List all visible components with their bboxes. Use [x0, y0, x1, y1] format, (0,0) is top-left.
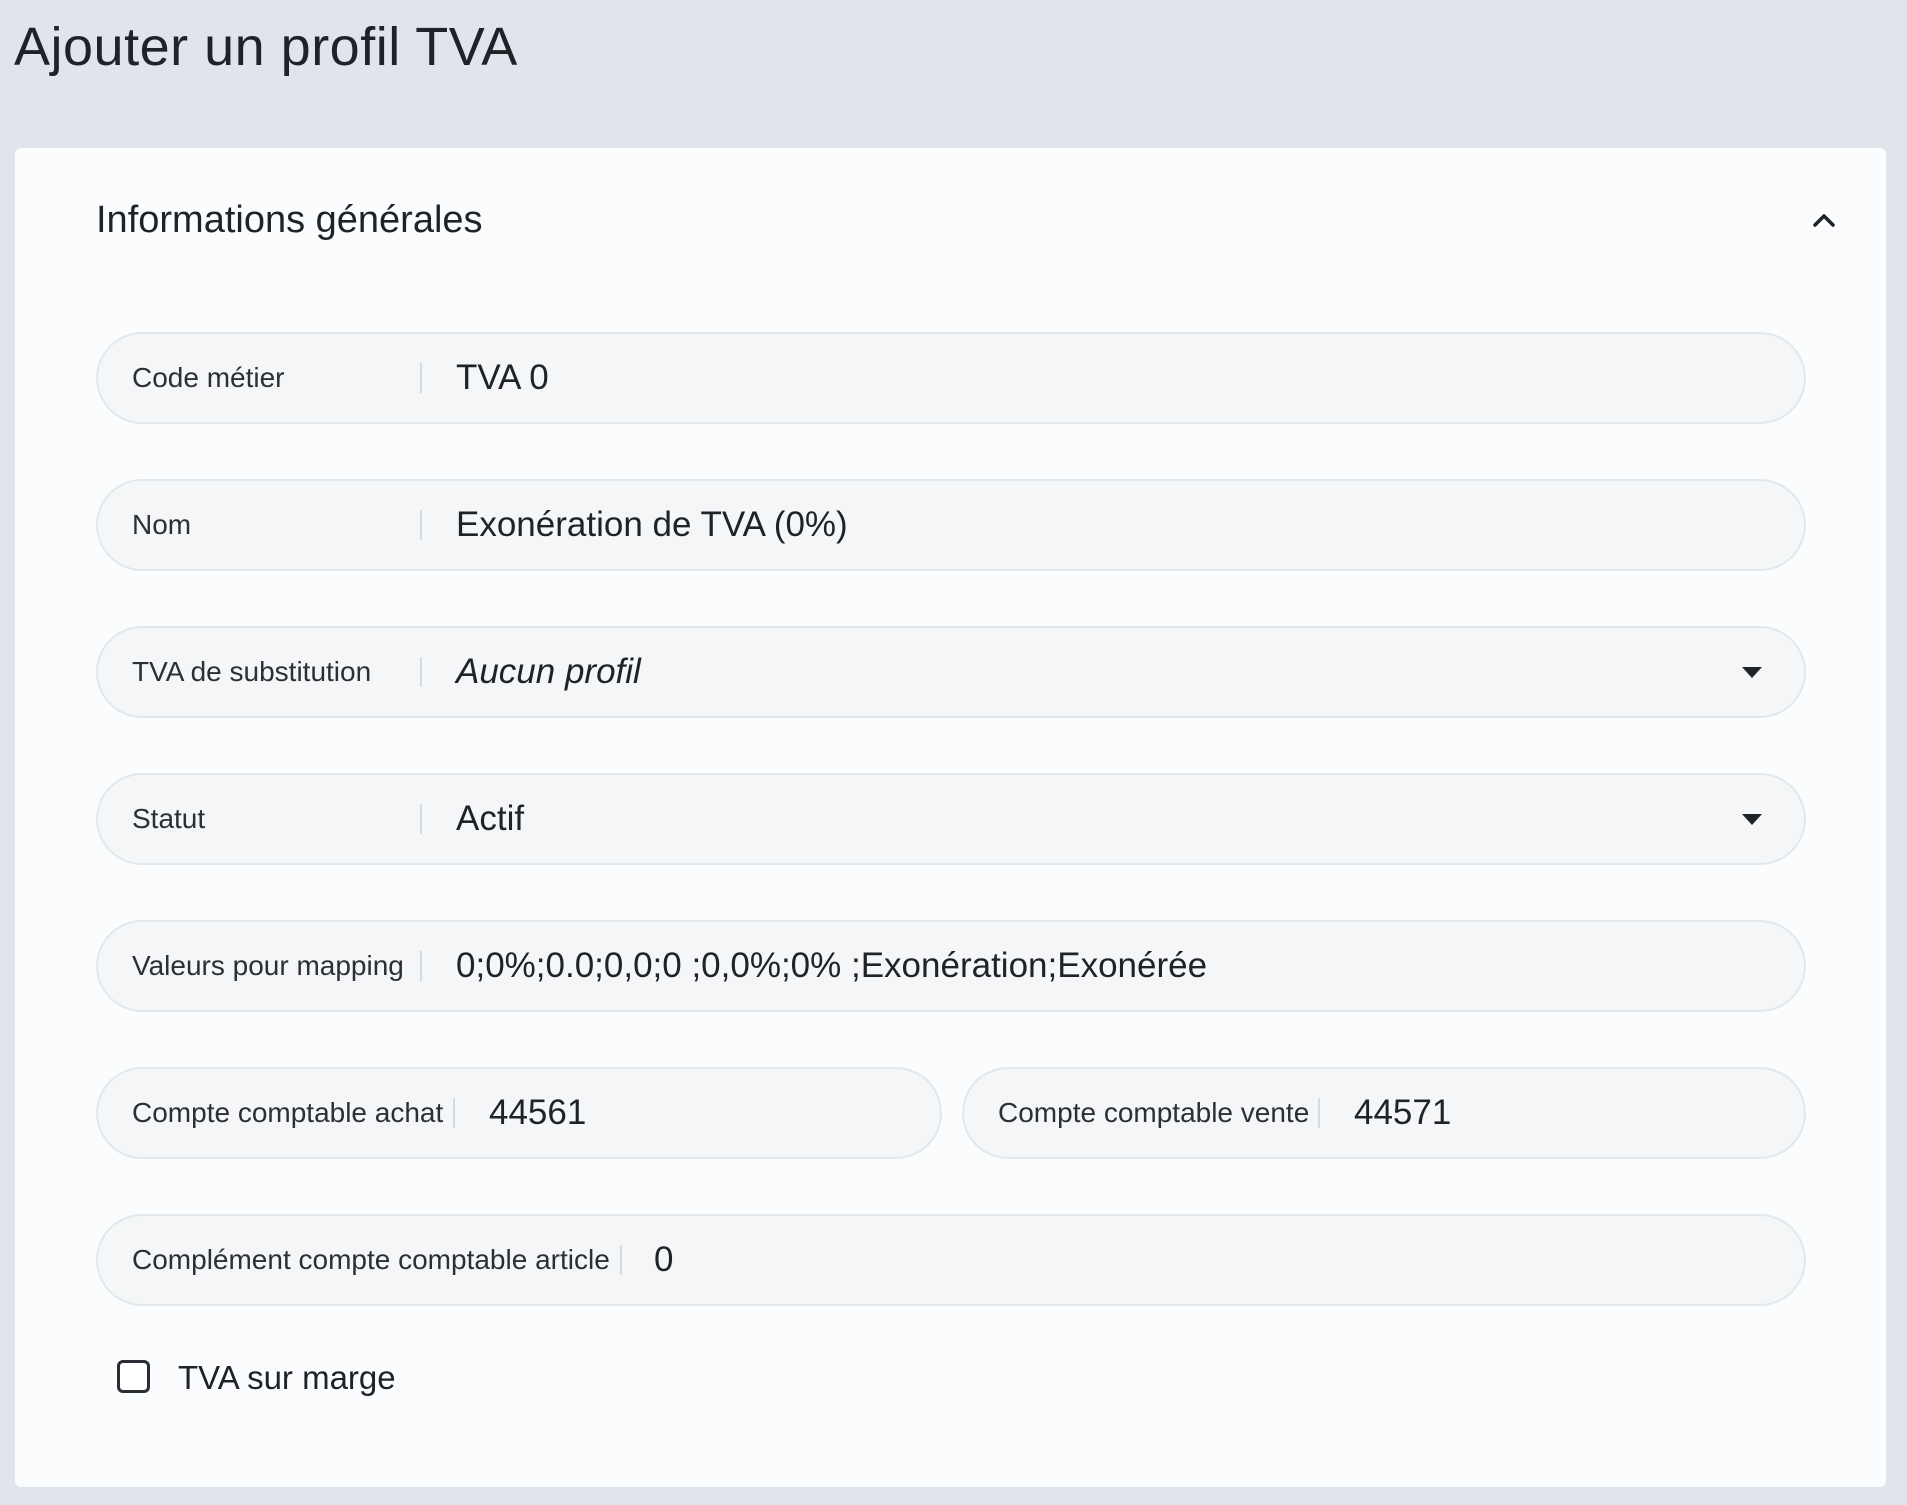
complement-compte-field[interactable]: Complément compte comptable article 0 — [96, 1214, 1806, 1306]
caret-down-icon[interactable] — [1740, 809, 1764, 829]
page-title: Ajouter un profil TVA — [14, 17, 518, 77]
statut-label: Statut — [132, 803, 206, 834]
compte-achat-label: Compte comptable achat — [132, 1097, 444, 1128]
field-separator — [420, 804, 422, 834]
section-title: Informations générales — [96, 199, 483, 241]
field-separator — [420, 951, 422, 981]
section-header[interactable]: Informations générales — [96, 192, 1846, 248]
compte-vente-input[interactable]: 44571 — [1354, 1069, 1451, 1157]
field-separator — [420, 510, 422, 540]
code-metier-input[interactable]: TVA 0 — [456, 334, 549, 422]
field-separator — [420, 657, 422, 687]
tva-substitution-value[interactable]: Aucun profil — [456, 628, 641, 716]
general-info-card: Informations générales Code métier TVA 0… — [15, 148, 1886, 1487]
tva-substitution-label: TVA de substitution — [132, 656, 372, 687]
code-metier-field[interactable]: Code métier TVA 0 — [96, 332, 1806, 424]
compte-vente-field[interactable]: Compte comptable vente 44571 — [962, 1067, 1806, 1159]
nom-field[interactable]: Nom Exonération de TVA (0%) — [96, 479, 1806, 571]
chevron-up-icon — [1813, 214, 1835, 227]
complement-compte-label: Complément compte comptable article — [132, 1244, 610, 1275]
statut-select[interactable]: Statut Actif — [96, 773, 1806, 865]
field-separator — [453, 1098, 455, 1128]
tva-substitution-select[interactable]: TVA de substitution Aucun profil — [96, 626, 1806, 718]
checkbox-box[interactable] — [117, 1360, 150, 1393]
statut-value[interactable]: Actif — [456, 775, 524, 863]
code-metier-label: Code métier — [132, 362, 285, 393]
caret-down-icon[interactable] — [1740, 662, 1764, 682]
valeurs-mapping-label: Valeurs pour mapping — [132, 950, 404, 981]
compte-achat-input[interactable]: 44561 — [489, 1069, 586, 1157]
compte-vente-label: Compte comptable vente — [998, 1097, 1310, 1128]
field-separator — [620, 1245, 622, 1275]
field-separator — [420, 363, 422, 393]
valeurs-mapping-input[interactable]: 0;0%;0.0;0,0;0 ;0,0%;0% ;Exonération;Exo… — [456, 922, 1207, 1010]
complement-compte-input[interactable]: 0 — [654, 1216, 673, 1304]
valeurs-mapping-field[interactable]: Valeurs pour mapping 0;0%;0.0;0,0;0 ;0,0… — [96, 920, 1806, 1012]
collapse-button[interactable] — [1802, 198, 1846, 242]
tva-sur-marge-label: TVA sur marge — [178, 1359, 396, 1396]
field-separator — [1318, 1098, 1320, 1128]
compte-achat-field[interactable]: Compte comptable achat 44561 — [96, 1067, 942, 1159]
nom-input[interactable]: Exonération de TVA (0%) — [456, 481, 848, 569]
nom-label: Nom — [132, 509, 192, 540]
